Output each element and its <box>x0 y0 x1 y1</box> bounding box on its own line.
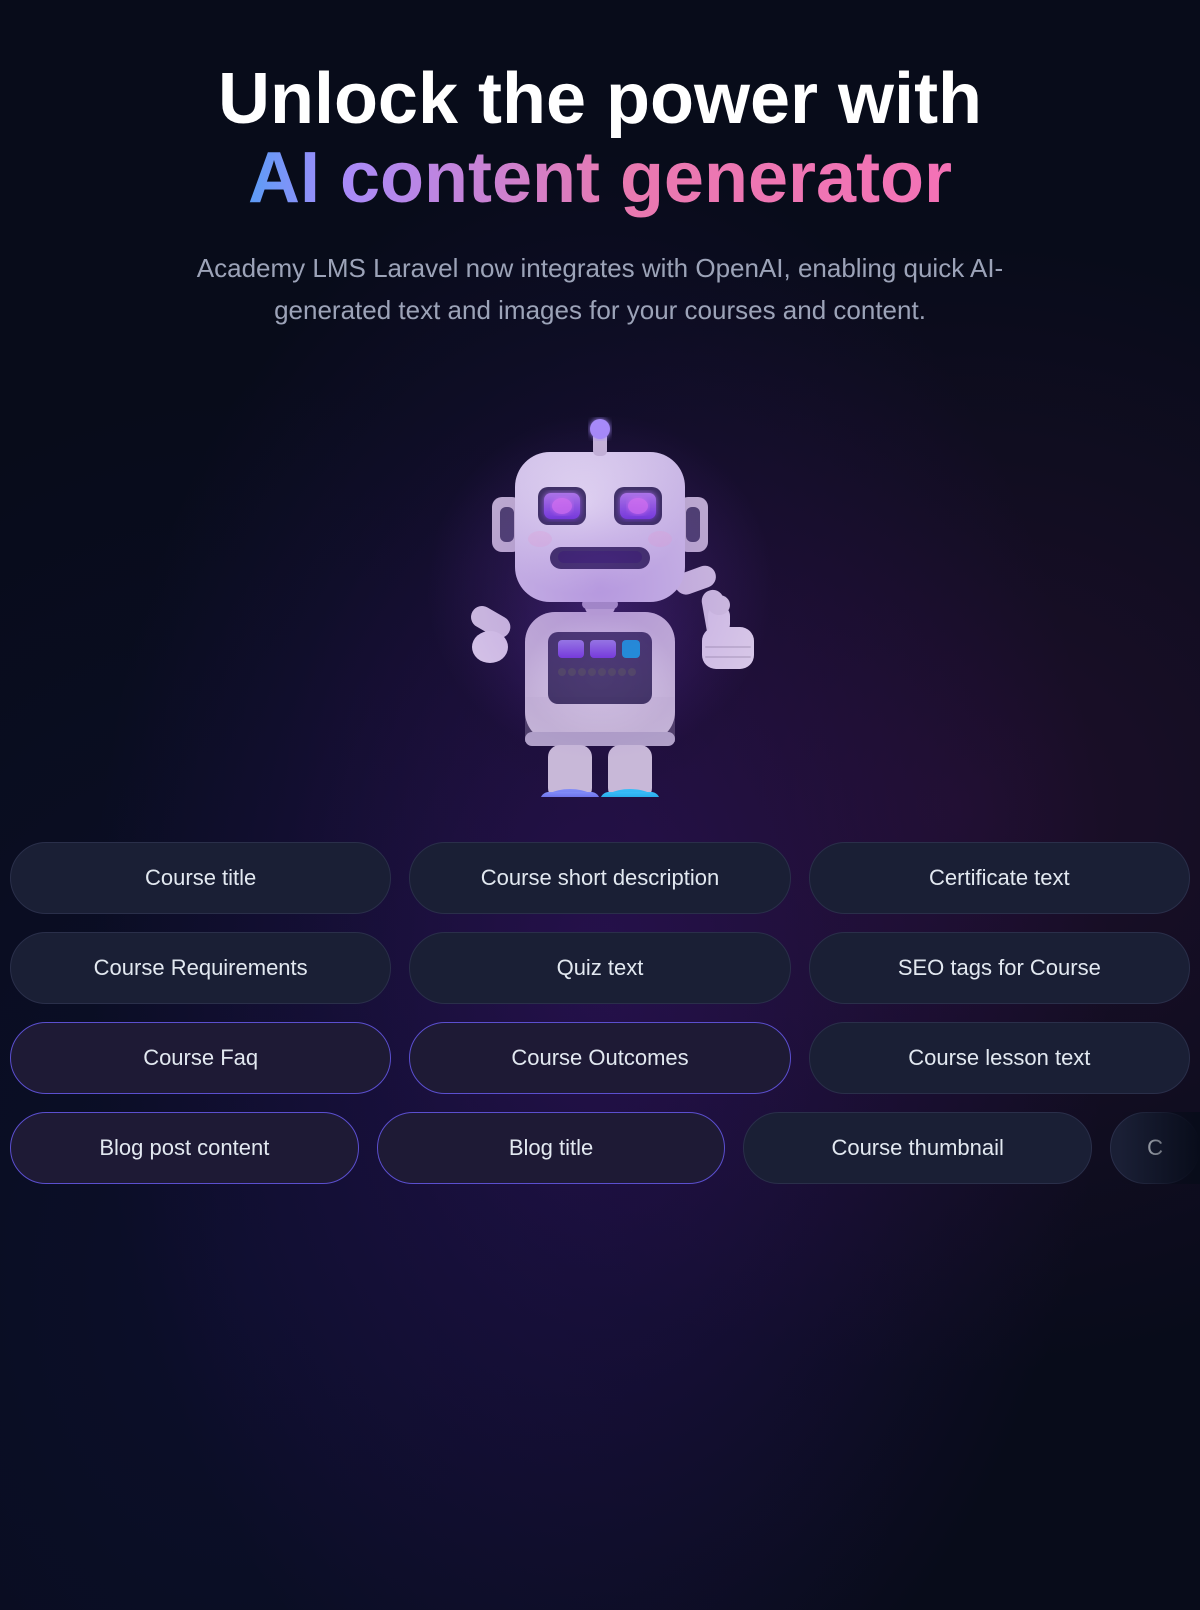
robot-illustration <box>390 372 810 802</box>
course-thumbnail-button[interactable]: Course thumbnail <box>743 1112 1092 1184</box>
hero-subtitle: Academy LMS Laravel now integrates with … <box>190 248 1010 331</box>
headline-generator: generator <box>620 138 952 218</box>
quiz-text-button[interactable]: Quiz text <box>409 932 790 1004</box>
headline-line1: Unlock the power with <box>218 60 982 139</box>
blog-post-content-button[interactable]: Blog post content <box>10 1112 359 1184</box>
course-short-description-button[interactable]: Course short description <box>409 842 790 914</box>
headline-ai: AI <box>248 138 340 218</box>
hero-headline: Unlock the power with AI content generat… <box>138 60 1062 218</box>
headline-content: content <box>340 138 620 218</box>
course-requirements-button[interactable]: Course Requirements <box>10 932 391 1004</box>
blog-title-button[interactable]: Blog title <box>377 1112 726 1184</box>
buttons-row-3: Course Faq Course Outcomes Course lesson… <box>0 1022 1200 1094</box>
buttons-row-1: Course title Course short description Ce… <box>0 842 1200 914</box>
feature-buttons-grid: Course title Course short description Ce… <box>0 822 1200 1184</box>
buttons-row-2: Course Requirements Quiz text SEO tags f… <box>0 932 1200 1004</box>
course-lesson-text-button[interactable]: Course lesson text <box>809 1022 1190 1094</box>
course-faq-button[interactable]: Course Faq <box>10 1022 391 1094</box>
certificate-text-button[interactable]: Certificate text <box>809 842 1190 914</box>
course-title-button[interactable]: Course title <box>10 842 391 914</box>
headline-line2: AI content generator <box>218 139 982 218</box>
course-outcomes-button[interactable]: Course Outcomes <box>409 1022 790 1094</box>
buttons-row-4: Blog post content Blog title Course thum… <box>0 1112 1200 1184</box>
extra-button[interactable]: C <box>1110 1112 1200 1184</box>
seo-tags-course-button[interactable]: SEO tags for Course <box>809 932 1190 1004</box>
